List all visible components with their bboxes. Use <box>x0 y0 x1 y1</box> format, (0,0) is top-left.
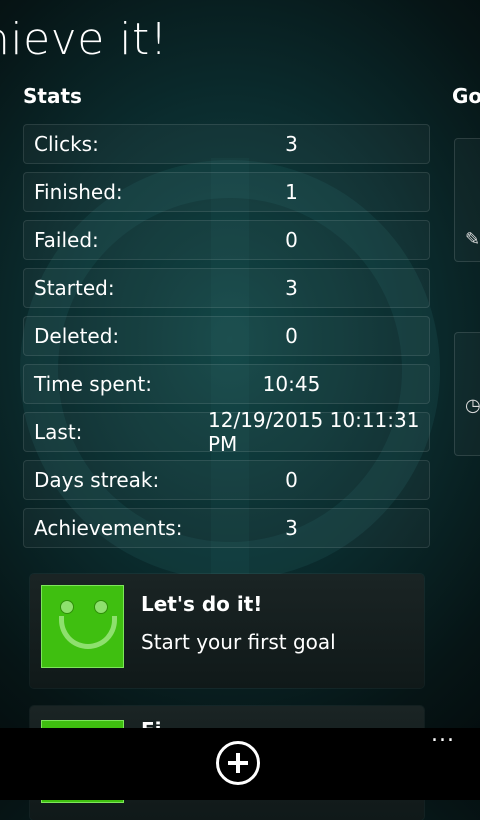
stat-row-last: Last: 12/19/2015 10:11:31 PM <box>23 408 430 456</box>
stat-value: 3 <box>285 516 298 540</box>
stat-label: Clicks: <box>34 132 99 156</box>
stat-label: Last: <box>34 420 83 444</box>
stat-row-time-spent: Time spent: 10:45 <box>23 364 430 404</box>
stat-row-finished: Finished: 1 <box>23 172 430 212</box>
stat-row-started: Started: 3 <box>23 268 430 308</box>
page-title: hieve it! <box>0 14 168 65</box>
stat-label: Days streak: <box>34 468 160 492</box>
stat-label: Failed: <box>34 228 99 252</box>
timer-icon: ◷ <box>465 395 480 416</box>
stat-value: 0 <box>285 324 298 348</box>
stat-value: 3 <box>285 132 298 156</box>
stat-row-achievements: Achievements: 3 <box>23 508 430 548</box>
stats-heading: Stats <box>23 84 82 108</box>
stat-row-clicks: Clicks: 3 <box>23 124 430 164</box>
stat-value: 0 <box>285 228 298 252</box>
more-options-button[interactable]: ... <box>428 724 458 750</box>
stat-value: 1 <box>285 180 298 204</box>
achievement-title: Let's do it! <box>141 592 263 616</box>
goal-card-peek[interactable]: ✎ <box>454 138 480 262</box>
stat-label: Started: <box>34 276 115 300</box>
stat-value: 10:45 <box>262 372 321 396</box>
stat-row-failed: Failed: 0 <box>23 220 430 260</box>
stat-value: 12/19/2015 10:11:31 PM <box>208 408 420 456</box>
goals-heading-peek[interactable]: Go <box>452 84 480 108</box>
stats-list: Clicks: 3 Finished: 1 Failed: 0 Started:… <box>23 124 430 556</box>
stat-label: Finished: <box>34 180 123 204</box>
stat-label: Deleted: <box>34 324 120 348</box>
achievement-card[interactable]: Let's do it! Start your first goal <box>30 574 424 688</box>
stat-label: Time spent: <box>34 372 152 396</box>
stat-value: 3 <box>285 276 298 300</box>
stat-row-days-streak: Days streak: 0 <box>23 460 430 500</box>
add-goal-button[interactable] <box>216 741 260 785</box>
pencil-icon: ✎ <box>465 229 480 250</box>
app-bar: ... <box>0 724 480 800</box>
stat-row-deleted: Deleted: 0 <box>23 316 430 356</box>
achievement-description: Start your first goal <box>141 630 336 654</box>
goal-card-peek[interactable]: ◷ <box>454 332 480 456</box>
stat-label: Achievements: <box>34 516 183 540</box>
smiley-icon <box>41 585 124 668</box>
stat-value: 0 <box>285 468 298 492</box>
